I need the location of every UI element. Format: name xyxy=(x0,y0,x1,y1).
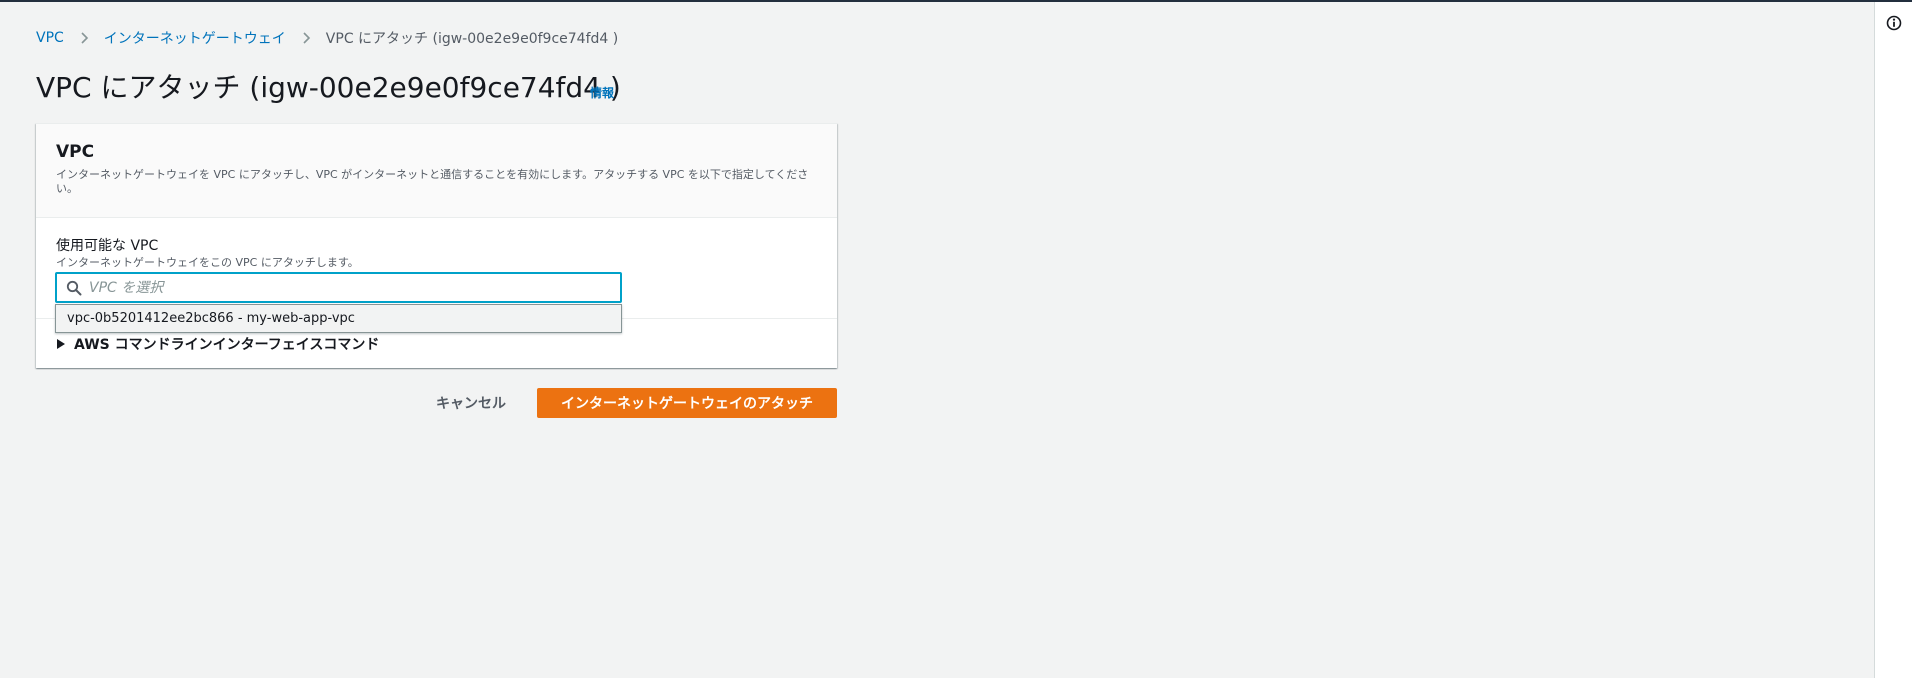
vpc-field-description: インターネットゲートウェイをこの VPC にアタッチします。 xyxy=(56,256,359,269)
panel-description: インターネットゲートウェイを VPC にアタッチし、VPC がインターネットと通… xyxy=(56,168,809,195)
vpc-dropdown-list: vpc-0b5201412ee2bc866 - my-web-app-vpc xyxy=(55,304,622,333)
panel-title: VPC xyxy=(56,142,95,162)
breadcrumb-vpc-link[interactable]: VPC xyxy=(36,30,64,46)
cli-command-label: AWS コマンドラインインターフェイスコマンド xyxy=(74,337,380,353)
help-panel-rail xyxy=(1874,2,1912,678)
vpc-search-input[interactable] xyxy=(89,277,609,299)
cli-command-toggle[interactable]: AWS コマンドラインインターフェイスコマンド xyxy=(56,334,379,354)
top-border xyxy=(0,0,1912,2)
caret-right-icon xyxy=(57,339,65,349)
vpc-option[interactable]: vpc-0b5201412ee2bc866 - my-web-app-vpc xyxy=(56,305,621,332)
page-title: VPC にアタッチ (igw-00e2e9e0f9ce74fd4 ) xyxy=(36,71,621,104)
vpc-select[interactable] xyxy=(55,272,622,303)
attach-igw-button[interactable]: インターネットゲートウェイのアタッチ xyxy=(537,388,837,418)
breadcrumb: VPC インターネットゲートウェイ VPC にアタッチ (igw-00e2e9e… xyxy=(36,28,618,48)
info-link[interactable]: 情報 xyxy=(590,84,614,101)
cancel-button[interactable]: キャンセル xyxy=(425,388,517,418)
chevron-right-icon xyxy=(303,32,310,44)
panel-header: VPC インターネットゲートウェイを VPC にアタッチし、VPC がインターネ… xyxy=(36,124,837,218)
chevron-right-icon xyxy=(81,32,88,44)
info-circle-icon[interactable] xyxy=(1886,15,1902,31)
breadcrumb-igw-link[interactable]: インターネットゲートウェイ xyxy=(104,28,286,48)
vpc-field-label: 使用可能な VPC xyxy=(56,238,159,254)
search-icon xyxy=(66,280,82,296)
breadcrumb-current: VPC にアタッチ (igw-00e2e9e0f9ce74fd4 ) xyxy=(325,31,619,47)
